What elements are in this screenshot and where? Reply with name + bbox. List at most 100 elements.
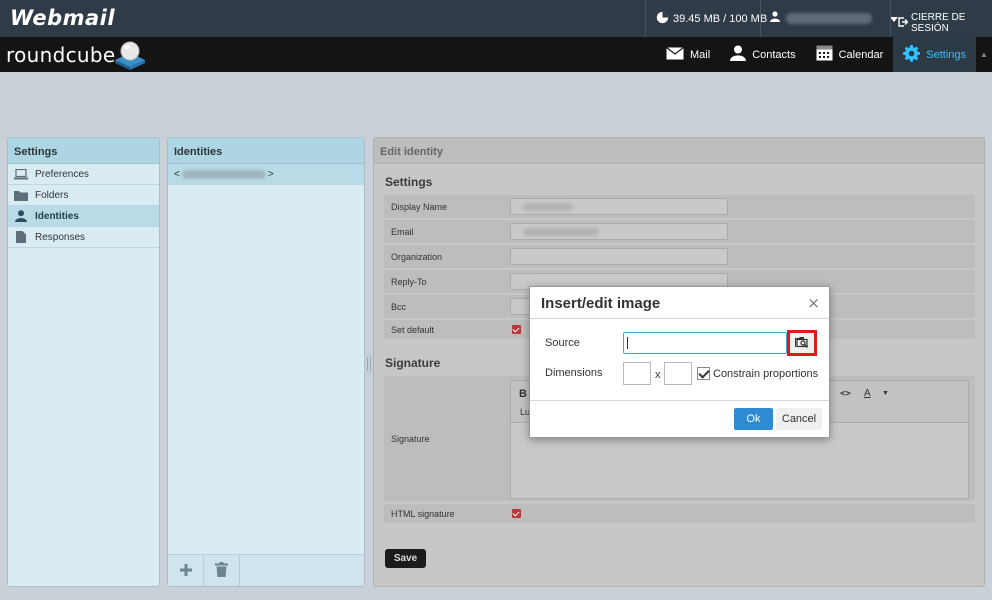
divider [890,0,891,37]
width-input[interactable] [623,362,651,385]
cancel-button[interactable]: Cancel [776,408,822,430]
main-nav: Mail Contacts Calendar Settings ▲ [656,37,992,72]
dialog-title: Insert/edit image [541,295,661,312]
settings-item-identities[interactable]: Identities [8,206,159,227]
constrain-proportions-label: Constrain proportions [713,367,819,380]
app-header: roundcube Mail Contacts Calendar Setting… [0,37,992,72]
nav-mail-label: Mail [690,48,711,61]
add-identity-button[interactable] [168,555,204,586]
set-default-label: Set default [391,325,435,335]
html-signature-row: HTML signature [384,504,975,524]
email-input[interactable] [510,223,728,240]
plus-icon [179,563,193,580]
identities-footer [168,554,364,586]
set-default-checkbox[interactable] [512,325,521,334]
caret-up-icon: ▲ [980,50,988,59]
html-signature-checkbox[interactable] [512,509,521,518]
nav-contacts-label: Contacts [752,48,796,61]
html-signature-label: HTML signature [391,509,455,519]
constrain-proportions-checkbox[interactable] [697,367,710,380]
nav-calendar[interactable]: Calendar [806,37,894,72]
divider [530,318,829,319]
display-name-label: Display Name [391,202,448,212]
logout-button[interactable]: CIERRE DE SESIÓN [898,12,992,34]
email-row: Email [384,220,975,244]
settings-item-responses[interactable]: Responses [8,227,159,248]
nav-contacts[interactable]: Contacts [720,37,805,72]
close-button[interactable]: × [807,294,820,312]
divider [645,0,646,37]
nav-settings[interactable]: Settings [893,37,976,72]
browse-image-button[interactable] [787,330,817,356]
display-name-input[interactable] [510,198,728,215]
settings-item-label: Responses [35,231,86,243]
text-caret [627,337,628,349]
roundcube-cube-icon [113,40,147,70]
delete-identity-button[interactable] [204,555,240,586]
document-icon [14,231,28,243]
logout-icon [898,16,909,30]
divider [530,400,829,401]
redacted-identity [181,169,266,179]
constrain-proportions-toggle[interactable]: Constrain proportions [697,367,818,380]
settings-item-label: Folders [35,189,69,201]
identities-panel: Identities < > [167,137,365,587]
roundcube-logo[interactable]: roundcube [6,39,147,71]
quota-text: 39.45 MB / 100 MB [673,13,768,25]
height-input[interactable] [664,362,692,385]
save-button[interactable]: Save [385,549,426,568]
source-code-button[interactable]: <> [840,389,851,399]
browse-image-icon [795,336,809,351]
identity-suffix: > [267,168,274,180]
dimensions-label: Dimensions [545,367,603,379]
logout-label: CIERRE DE SESIÓN [911,12,966,34]
settings-item-folders[interactable]: Folders [8,185,159,206]
redacted-username [786,12,872,24]
font-color-button[interactable]: A [864,388,871,399]
folder-icon [14,189,28,201]
divider [760,0,761,37]
source-input[interactable] [623,332,787,354]
settings-section-heading: Settings [385,175,433,189]
trash-icon [215,562,228,580]
envelope-icon [666,46,684,63]
identity-prefix: < [174,168,180,180]
gear-icon [903,44,921,65]
organization-row: Organization [384,245,975,269]
settings-item-label: Identities [35,210,79,222]
user-menu[interactable] [770,11,898,25]
nav-calendar-label: Calendar [838,48,884,61]
settings-panel: Settings Preferences Folders Identities … [7,137,160,587]
signature-label: Signature [391,434,430,444]
chevron-down-icon [890,11,898,25]
email-label: Email [391,227,414,237]
ok-button[interactable]: Ok [734,408,773,430]
splitter-handle[interactable] [367,357,371,371]
identity-row[interactable]: < > [168,164,364,185]
reply-to-label: Reply-To [391,277,427,287]
quota-indicator: 39.45 MB / 100 MB [656,11,767,27]
identities-panel-title: Identities [168,138,364,164]
source-label: Source [545,337,580,349]
user-icon [14,210,28,222]
user-icon [770,11,780,25]
settings-item-label: Preferences [35,168,89,180]
nav-mail[interactable]: Mail [656,37,720,72]
settings-panel-title: Settings [8,138,159,164]
top-bar: Webmail 39.45 MB / 100 MB CIERRE DE SESI… [0,0,992,37]
organization-input[interactable] [510,248,728,265]
person-icon [730,45,747,64]
calendar-icon [816,45,833,64]
insert-image-dialog: Insert/edit image × Source Dimensions x … [529,286,830,438]
nav-more-button[interactable]: ▲ [976,37,992,72]
organization-label: Organization [391,252,443,262]
settings-item-preferences[interactable]: Preferences [8,164,159,185]
chevron-down-icon: ▼ [882,390,889,397]
signature-section-heading: Signature [385,356,441,370]
laptop-icon [14,168,28,180]
dimensions-separator: x [655,369,661,381]
edit-identity-title: Edit identity [374,138,984,164]
bold-button[interactable]: B [519,388,527,400]
display-name-row: Display Name [384,195,975,219]
webmail-logo: Webmail [10,6,116,30]
